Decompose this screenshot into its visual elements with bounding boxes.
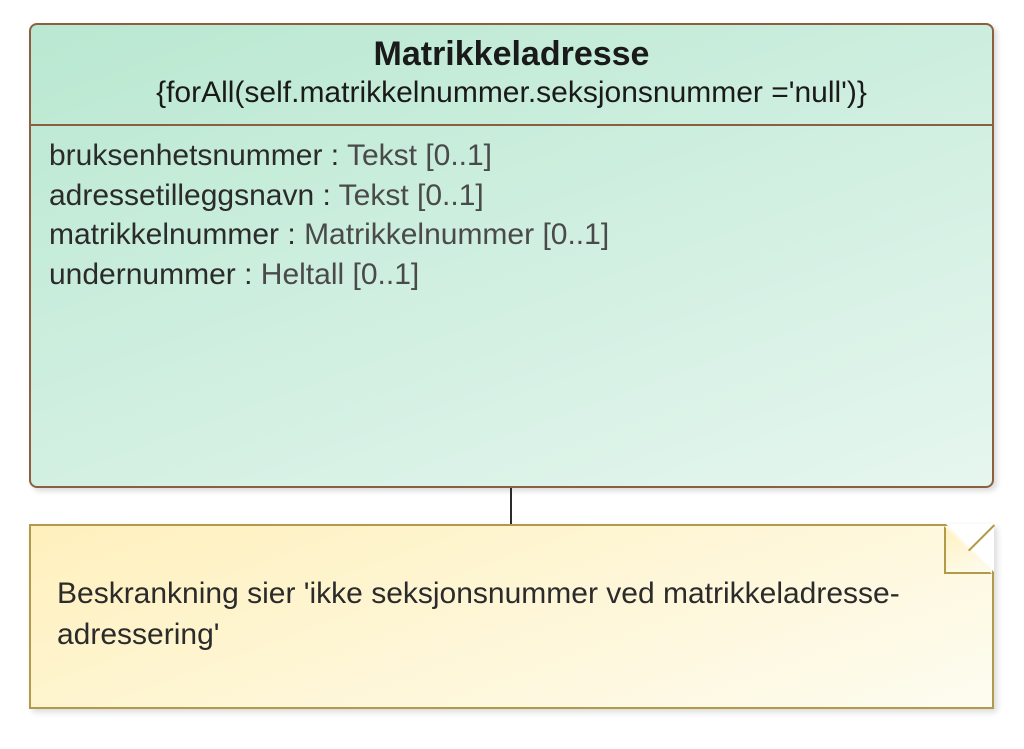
uml-class-header: Matrikkeladresse {forAll(self.matrikkeln… [31, 25, 992, 126]
attribute-name: undernummer [49, 258, 236, 291]
attribute-multiplicity: [0..1] [417, 179, 484, 212]
attribute-type: Heltall [261, 258, 344, 291]
uml-class-constraint: {forAll(self.matrikkelnummer.seksjonsnum… [49, 76, 974, 110]
uml-connector-line [510, 488, 512, 525]
uml-class-body: bruksenhetsnummer : Tekst [0..1] adresse… [31, 126, 992, 486]
uml-note-text: Beskrankning sier 'ikke seksjonsnummer v… [57, 577, 900, 651]
attribute-type: Tekst [339, 179, 409, 212]
uml-note: Beskrankning sier 'ikke seksjonsnummer v… [29, 524, 994, 709]
attribute-multiplicity: [0..1] [353, 258, 420, 291]
attribute-name: adressetilleggsnavn [49, 179, 314, 212]
attribute-multiplicity: [0..1] [425, 139, 492, 172]
uml-attribute: matrikkelnummer : Matrikkelnummer [0..1] [49, 215, 974, 255]
note-fold-corner-icon [944, 526, 992, 574]
uml-class-box: Matrikkeladresse {forAll(self.matrikkeln… [29, 23, 994, 488]
attribute-type: Tekst [347, 139, 417, 172]
attribute-type: Matrikkelnummer [304, 218, 534, 251]
attribute-name: matrikkelnummer [49, 218, 279, 251]
attribute-name: bruksenhetsnummer [49, 139, 322, 172]
uml-class-name: Matrikkeladresse [49, 35, 974, 74]
uml-attribute: adressetilleggsnavn : Tekst [0..1] [49, 176, 974, 216]
attribute-multiplicity: [0..1] [542, 218, 609, 251]
uml-attribute: undernummer : Heltall [0..1] [49, 255, 974, 295]
uml-attribute: bruksenhetsnummer : Tekst [0..1] [49, 136, 974, 176]
